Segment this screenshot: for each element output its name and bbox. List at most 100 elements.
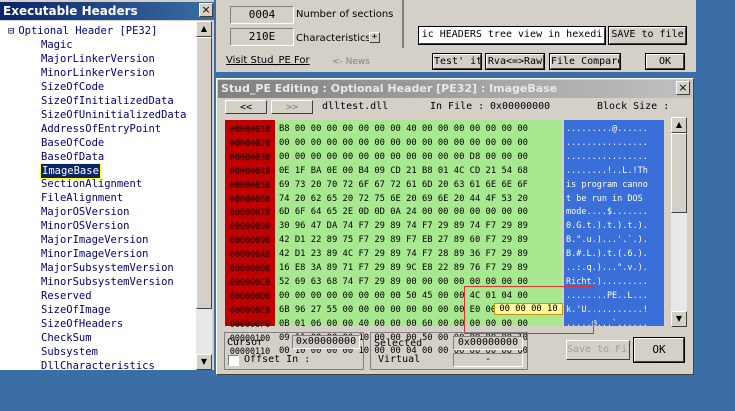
hex-row[interactable]: 74 20 62 65 20 72 75 6E 20 69 6E 20 44 4… bbox=[279, 193, 528, 207]
tree-item[interactable]: MajorImageVersion bbox=[41, 233, 148, 247]
tree-item[interactable]: MajorLinkerVersion bbox=[41, 52, 155, 66]
rva-raw-button[interactable]: Rva<=>Raw bbox=[485, 53, 545, 70]
tree-item-label: MajorLinkerVersion bbox=[41, 52, 155, 65]
hex-row[interactable]: 42 D1 23 89 4C F7 29 89 74 F7 28 89 36 F… bbox=[279, 248, 528, 262]
tree-item-label: MinorLinkerVersion bbox=[41, 66, 155, 79]
hex-row[interactable]: 00 00 00 00 00 00 00 00 00 00 00 00 00 0… bbox=[279, 137, 528, 151]
tree-item[interactable]: CheckSum bbox=[41, 331, 92, 345]
editor-ok-button[interactable]: OK bbox=[633, 337, 685, 363]
ascii-row[interactable]: t be run in DOS bbox=[566, 193, 648, 207]
save-to-file-button[interactable]: SAVE to file bbox=[608, 26, 687, 45]
selected-value: 0x00000000 bbox=[453, 336, 523, 350]
next-block-button[interactable]: >> bbox=[271, 100, 313, 114]
cursor-label: Cursor bbox=[227, 337, 264, 348]
hex-row[interactable]: B8 00 00 00 00 00 00 00 40 00 00 00 00 0… bbox=[279, 123, 528, 137]
prev-block-button[interactable]: << bbox=[225, 100, 267, 114]
tree-item[interactable]: BaseOfCode bbox=[41, 136, 104, 150]
pe-header-summary: 0004 Number of sections 210E Characteris… bbox=[216, 0, 696, 72]
ascii-row[interactable]: ........!..L.!Th bbox=[566, 165, 648, 179]
hex-row[interactable]: 00 00 00 00 00 00 00 00 00 00 00 00 D8 0… bbox=[279, 151, 528, 165]
tree-item-label: Reserved bbox=[41, 290, 92, 303]
ascii-row[interactable]: .........@...... bbox=[566, 123, 648, 137]
editor-title: Stud_PE Editing : Optional Header [PE32]… bbox=[218, 80, 692, 98]
characteristics-label: Characteristics bbox=[296, 33, 371, 44]
scroll-thumb[interactable] bbox=[196, 37, 212, 309]
tree-item-label: SizeOfHeaders bbox=[41, 317, 124, 330]
ascii-row[interactable]: ................ bbox=[566, 137, 648, 151]
tree-item-label: SizeOfInitializedData bbox=[41, 94, 174, 107]
top-ok-button[interactable]: OK bbox=[645, 53, 685, 70]
hex-row[interactable]: 69 73 20 70 72 6F 67 72 61 6D 20 63 61 6… bbox=[279, 179, 528, 193]
filename-label: dlltest.dll bbox=[322, 101, 389, 112]
ascii-row[interactable]: B.".u.)...'.`.). bbox=[566, 234, 648, 248]
tree-item[interactable]: ImageBase bbox=[40, 162, 101, 179]
tree-item[interactable]: SizeOfInitializedData bbox=[41, 94, 174, 108]
block-size-label: Block Size : bbox=[597, 101, 670, 112]
tree-item[interactable]: BaseOfData bbox=[41, 150, 104, 164]
hex-row[interactable]: 30 96 47 DA 74 F7 29 89 74 F7 29 89 74 F… bbox=[279, 220, 528, 234]
scroll-down-icon[interactable]: ▼ bbox=[196, 354, 212, 370]
close-icon[interactable]: × bbox=[199, 3, 213, 17]
tree-item-label: SizeOfUninitializedData bbox=[41, 108, 187, 121]
scroll-thumb[interactable] bbox=[671, 133, 687, 213]
tree-item-label: BaseOfCode bbox=[41, 136, 105, 149]
headers-hex-view-button[interactable]: ic HEADERS tree view in hexedi bbox=[418, 26, 606, 45]
tree-item-label: FileAlignment bbox=[41, 192, 124, 205]
tree-item-label: MinorImageVersion bbox=[41, 248, 149, 261]
virtual-label: Virtual bbox=[378, 354, 421, 365]
characteristics-field[interactable]: 210E bbox=[230, 28, 294, 46]
tree-item[interactable]: Magic bbox=[41, 38, 73, 52]
hex-row[interactable]: 16 E8 3A 89 71 F7 29 89 9C E8 22 89 76 F… bbox=[279, 262, 528, 276]
tree-scrollbar[interactable]: ▲ ▼ bbox=[196, 21, 212, 370]
tree-item[interactable]: MinorLinkerVersion bbox=[41, 66, 155, 80]
ascii-row[interactable]: B.#.L.).t.(.6.). bbox=[566, 248, 648, 262]
scroll-down-icon[interactable]: ▼ bbox=[671, 311, 687, 327]
test-it-button[interactable]: Test' it bbox=[432, 53, 482, 70]
collapse-icon[interactable]: ⊟ bbox=[8, 25, 14, 37]
tree-item[interactable]: SectionAlignment bbox=[41, 177, 142, 191]
scroll-up-icon[interactable]: ▲ bbox=[671, 117, 687, 133]
scroll-up-icon[interactable]: ▲ bbox=[196, 21, 212, 37]
tree-item[interactable]: MinorSubsystemVersion bbox=[41, 275, 174, 289]
tree-item[interactable]: Reserved bbox=[41, 289, 92, 303]
tree-item[interactable]: SizeOfCode bbox=[41, 80, 104, 94]
tree-item[interactable]: Subsystem bbox=[41, 345, 98, 359]
offset-cell: 00000070 bbox=[229, 207, 271, 218]
virtual-value: - bbox=[453, 353, 523, 367]
characteristics-expand-button[interactable]: + bbox=[369, 32, 380, 43]
num-sections-field[interactable]: 0004 bbox=[230, 6, 294, 24]
tree-item[interactable]: MajorSubsystemVersion bbox=[41, 261, 174, 275]
tree-item-label: AddressOfEntryPoint bbox=[41, 122, 162, 135]
offset-in-checkbox[interactable] bbox=[228, 355, 239, 366]
tree-item[interactable]: DllCharacteristics bbox=[41, 359, 155, 370]
tree-item[interactable]: SizeOfImage bbox=[41, 303, 111, 317]
tree-item[interactable]: MinorImageVersion bbox=[41, 247, 148, 261]
tree-item[interactable]: MinorOSVersion bbox=[41, 219, 130, 233]
tree-item-label: Subsystem bbox=[41, 345, 98, 358]
tree-item-label: ImageBase bbox=[42, 164, 99, 177]
file-compare-button[interactable]: File Compare bbox=[549, 53, 621, 70]
ascii-row[interactable]: ................ bbox=[566, 151, 648, 165]
ascii-row[interactable]: is program canno bbox=[566, 179, 648, 193]
hex-row[interactable]: 42 D1 22 89 75 F7 29 89 F7 EB 27 89 60 F… bbox=[279, 234, 528, 248]
tree-item[interactable]: AddressOfEntryPoint bbox=[41, 122, 161, 136]
selected-label: Selected bbox=[374, 338, 423, 349]
ascii-row[interactable]: 0.G.t.).t.).t.). bbox=[566, 220, 648, 234]
tree-item-label: MajorOSVersion bbox=[41, 206, 130, 219]
offset-cell: 00000010 bbox=[229, 124, 271, 134]
hex-row[interactable]: 6D 6F 64 65 2E 0D 0D 0A 24 00 00 00 00 0… bbox=[279, 206, 528, 220]
tree-group-optional-header[interactable]: ⊟ Optional Header [PE32] bbox=[8, 24, 157, 38]
tree-item[interactable]: SizeOfUninitializedData bbox=[41, 108, 186, 122]
offset-in-label: Offset In : bbox=[244, 354, 311, 365]
close-icon[interactable]: × bbox=[676, 81, 690, 95]
tree-item[interactable]: FileAlignment bbox=[41, 191, 123, 205]
selected-bytes[interactable]: 00 00 00 10 bbox=[494, 303, 563, 315]
visit-stud-pe-link[interactable]: Visit Stud_PE For bbox=[226, 55, 310, 66]
ascii-row[interactable]: ..:.q.)...".v.). bbox=[566, 262, 648, 276]
ascii-row[interactable]: mode....$....... bbox=[566, 206, 648, 220]
editor-scrollbar[interactable]: ▲ ▼ bbox=[671, 117, 687, 327]
save-to-file-disabled-button[interactable]: Save to File bbox=[566, 340, 630, 360]
tree-item[interactable]: MajorOSVersion bbox=[41, 205, 130, 219]
tree-item[interactable]: SizeOfHeaders bbox=[41, 317, 123, 331]
hex-row[interactable]: 0E 1F BA 0E 00 B4 09 CD 21 B8 01 4C CD 2… bbox=[279, 165, 528, 179]
